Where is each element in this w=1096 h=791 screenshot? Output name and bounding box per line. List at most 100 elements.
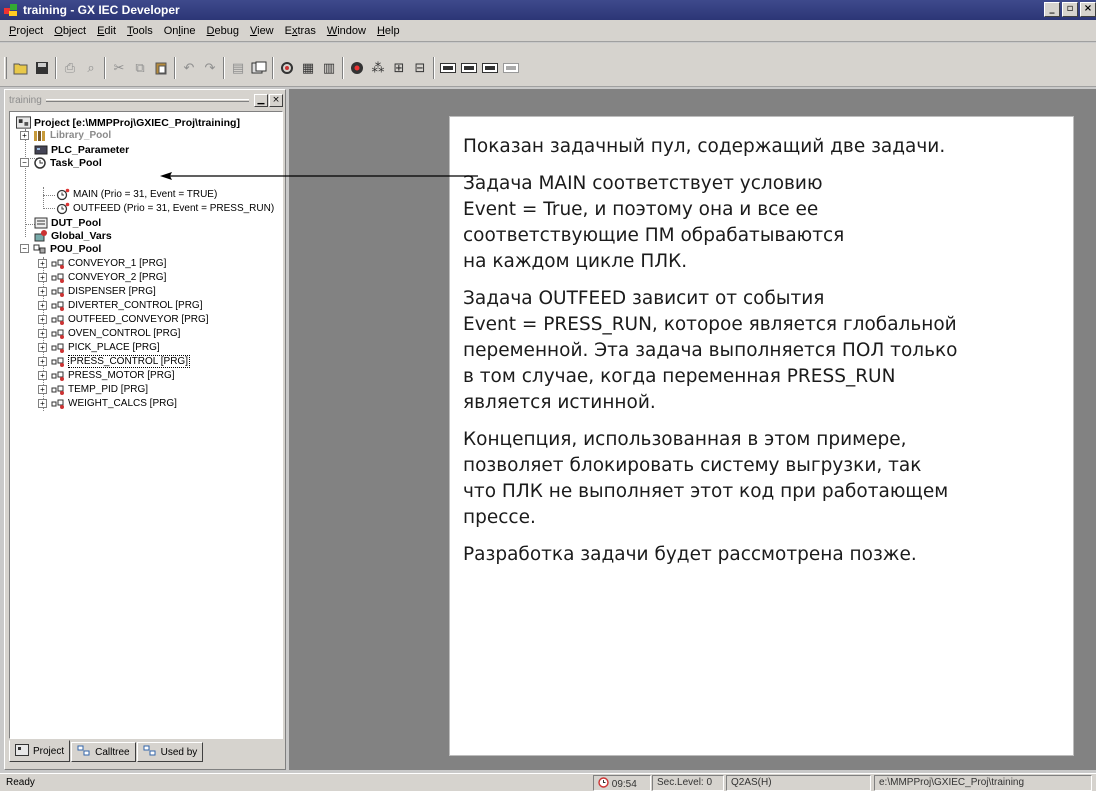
pou-icon <box>50 328 65 340</box>
io-icon-3[interactable] <box>481 59 499 77</box>
tree-node-pou-selected[interactable]: + PRESS_CONTROL [PRG] <box>38 355 190 368</box>
monitor-edit-icon[interactable]: ▥ <box>320 59 338 77</box>
expand-icon[interactable]: + <box>38 273 47 282</box>
project-tree: Project [e:\MMPProj\GXIEC_Proj\training]… <box>9 111 283 739</box>
pane-close-button[interactable]: × <box>269 93 283 107</box>
toolbar-grip[interactable] <box>4 57 7 79</box>
pou-label: WEIGHT_CALCS [PRG] <box>68 398 177 409</box>
menu-window[interactable]: Window <box>326 24 367 38</box>
status-cpu-type: Q2AS(H) <box>726 775 871 791</box>
print-preview-icon[interactable]: ⌕ <box>82 59 100 77</box>
expand-icon[interactable]: + <box>38 301 47 310</box>
collapse-icon[interactable]: − <box>20 244 29 253</box>
tab-used-by[interactable]: Used by <box>136 742 204 762</box>
diagnostics-icon[interactable]: ⊞ <box>390 59 408 77</box>
toolbar-separator <box>104 57 106 79</box>
monitor-icon[interactable]: ▦ <box>299 59 317 77</box>
expand-icon[interactable]: + <box>20 131 29 140</box>
undo-icon[interactable]: ↶ <box>180 59 198 77</box>
tree-node-library-pool[interactable]: + Library_Pool <box>20 129 111 142</box>
cut-icon[interactable]: ✂ <box>110 59 128 77</box>
menu-object[interactable]: Object <box>53 24 87 38</box>
expand-icon[interactable]: + <box>38 357 47 366</box>
tree-node-global-vars[interactable]: Global_Vars <box>33 229 112 242</box>
tree-node-pou[interactable]: + TEMP_PID [PRG] <box>38 383 148 396</box>
network-icon[interactable]: ⁂ <box>369 59 387 77</box>
paste-icon[interactable] <box>152 59 170 77</box>
pane-grip-line[interactable] <box>45 98 249 102</box>
tree-node-pou[interactable]: + PRESS_MOTOR [PRG] <box>38 369 175 382</box>
tree-node-pou[interactable]: + OUTFEED_CONVEYOR [PRG] <box>38 313 209 326</box>
menu-project[interactable]: Project <box>8 24 44 38</box>
expand-icon[interactable]: + <box>38 385 47 394</box>
maximize-button[interactable]: ▫ <box>1062 2 1078 17</box>
io-icon-1[interactable] <box>439 59 457 77</box>
compile-icon[interactable] <box>250 59 268 77</box>
menu-help[interactable]: Help <box>376 24 401 38</box>
pane-header: training ▁ × <box>7 92 283 108</box>
title-bar: training - GX IEC Developer _ ▫ × <box>0 0 1096 20</box>
tree-node-pou[interactable]: + DISPENSER [PRG] <box>38 285 156 298</box>
io-icon-4[interactable] <box>502 59 520 77</box>
tree-node-dut-pool[interactable]: DUT_Pool <box>33 216 101 229</box>
tree-line <box>43 195 55 196</box>
tree-node-pou[interactable]: + CONVEYOR_2 [PRG] <box>38 271 166 284</box>
pou-label: OVEN_CONTROL [PRG] <box>68 328 181 339</box>
tree-node-plc-parameter[interactable]: PLC_Parameter <box>33 143 129 156</box>
annotation-paragraph: Задача MAIN соответствует условию Event … <box>463 173 845 272</box>
global-vars-label: Global_Vars <box>51 229 112 242</box>
project-label: Project [e:\MMPProj\GXIEC_Proj\training] <box>34 116 240 129</box>
tree-node-task-main[interactable]: MAIN (Prio = 31, Event = TRUE) <box>55 188 217 201</box>
device-icon[interactable]: ⊟ <box>411 59 429 77</box>
menu-online[interactable]: Online <box>163 24 197 38</box>
task-outfeed-label: OUTFEED (Prio = 31, Event = PRESS_RUN) <box>73 203 275 214</box>
expand-icon[interactable]: + <box>38 343 47 352</box>
transfer-icon[interactable] <box>278 59 296 77</box>
properties-icon[interactable]: ▤ <box>229 59 247 77</box>
expand-icon[interactable]: + <box>38 371 47 380</box>
tree-node-project[interactable]: Project [e:\MMPProj\GXIEC_Proj\training] <box>16 116 240 129</box>
annotation-panel: Показан задачный пул, содержащий две зад… <box>449 116 1074 756</box>
open-icon[interactable] <box>12 59 30 77</box>
tab-project[interactable]: Project <box>9 740 71 762</box>
menu-view[interactable]: View <box>249 24 275 38</box>
tree-line <box>43 187 44 209</box>
pou-icon <box>50 384 65 396</box>
pane-restore-button[interactable]: ▁ <box>254 93 268 107</box>
tree-node-pou-pool[interactable]: − POU_Pool <box>20 242 101 255</box>
expand-icon[interactable]: + <box>38 315 47 324</box>
task-main-label: MAIN (Prio = 31, Event = TRUE) <box>73 189 218 200</box>
pane-title: training <box>9 94 42 106</box>
tree-node-task-outfeed[interactable]: OUTFEED (Prio = 31, Event = PRESS_RUN) <box>55 202 274 215</box>
toolbar-separator <box>272 57 274 79</box>
pou-icon <box>50 342 65 354</box>
expand-icon[interactable]: + <box>38 399 47 408</box>
status-time-cell: 09:54 <box>593 775 651 791</box>
minimize-button[interactable]: _ <box>1044 2 1060 17</box>
expand-icon[interactable]: + <box>38 259 47 268</box>
expand-icon[interactable]: + <box>38 287 47 296</box>
online-icon[interactable] <box>348 59 366 77</box>
redo-icon[interactable]: ↷ <box>201 59 219 77</box>
print-icon[interactable]: ⎙ <box>61 59 79 77</box>
tree-node-pou[interactable]: + DIVERTER_CONTROL [PRG] <box>38 299 202 312</box>
menu-tools[interactable]: Tools <box>126 24 154 38</box>
tab-calltree-label: Calltree <box>95 746 130 758</box>
tree-node-pou[interactable]: + PICK_PLACE [PRG] <box>38 341 160 354</box>
tree-node-task-pool[interactable]: − Task_Pool <box>20 156 102 169</box>
close-button[interactable]: × <box>1080 2 1096 17</box>
tree-node-pou[interactable]: + WEIGHT_CALCS [PRG] <box>38 397 177 410</box>
tab-calltree[interactable]: Calltree <box>71 742 136 762</box>
save-icon[interactable] <box>33 59 51 77</box>
copy-icon[interactable]: ⧉ <box>131 59 149 77</box>
io-icon-2[interactable] <box>460 59 478 77</box>
collapse-icon[interactable]: − <box>20 158 29 167</box>
tree-node-pou[interactable]: + OVEN_CONTROL [PRG] <box>38 327 180 340</box>
pou-label: DISPENSER [PRG] <box>68 286 156 297</box>
navigator-tabs: Project Calltree Used by <box>9 740 204 764</box>
menu-edit[interactable]: Edit <box>96 24 117 38</box>
expand-icon[interactable]: + <box>38 329 47 338</box>
menu-extras[interactable]: Extras <box>284 24 317 38</box>
tree-node-pou[interactable]: + CONVEYOR_1 [PRG] <box>38 257 166 270</box>
menu-debug[interactable]: Debug <box>206 24 240 38</box>
